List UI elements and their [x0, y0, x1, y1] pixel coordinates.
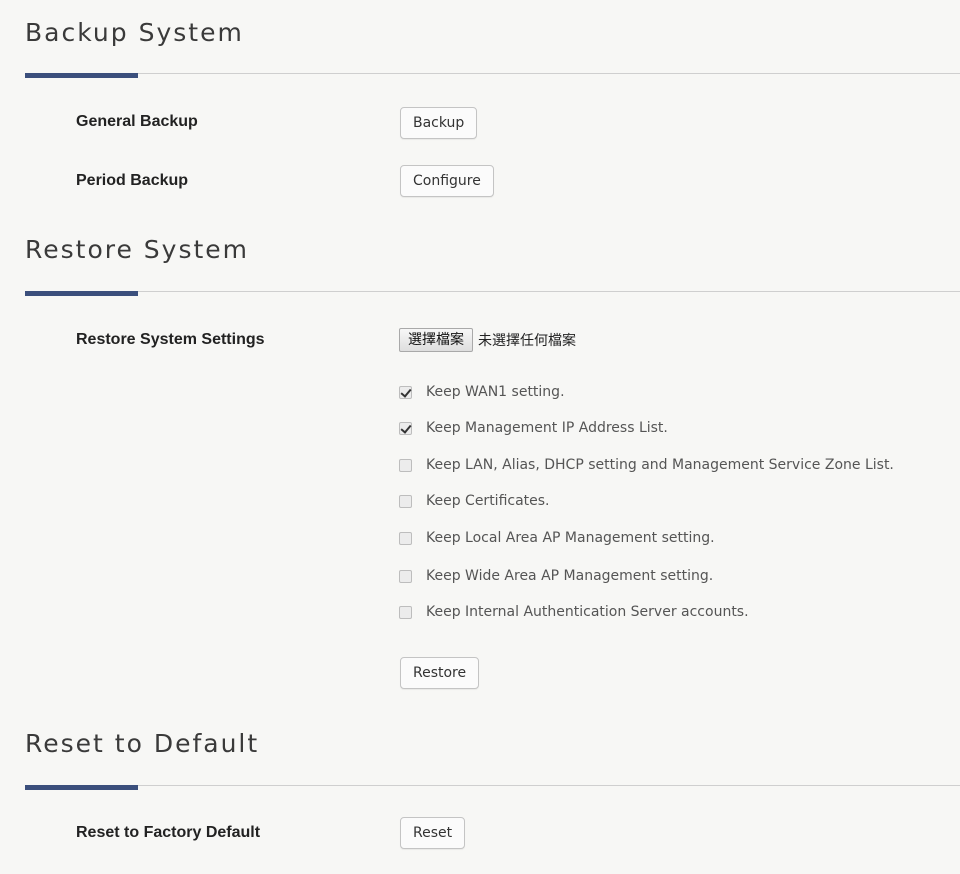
- restore-option-checkbox[interactable]: [399, 605, 412, 619]
- restore-option-row[interactable]: Keep Management IP Address List.: [399, 418, 668, 438]
- restore-option-row[interactable]: Keep Local Area AP Management setting.: [399, 528, 715, 548]
- configure-button[interactable]: Configure: [400, 165, 494, 197]
- restore-option-row[interactable]: Keep Certificates.: [399, 491, 550, 511]
- period-backup-label: Period Backup: [76, 172, 189, 189]
- backup-accent-bar: [25, 73, 138, 78]
- restore-button[interactable]: Restore: [400, 657, 480, 689]
- restore-option-label: Keep Management IP Address List.: [426, 420, 668, 436]
- restore-option-checkbox[interactable]: [399, 531, 412, 545]
- reset-factory-default-label: Reset to Factory Default: [76, 824, 261, 841]
- restore-option-checkbox[interactable]: [399, 569, 412, 583]
- restore-option-row[interactable]: Keep WAN1 setting.: [399, 382, 565, 402]
- restore-option-label: Keep Certificates.: [426, 493, 550, 509]
- reset-section-title: Reset to Default: [25, 729, 260, 758]
- reset-accent-bar: [25, 785, 138, 790]
- choose-file-button[interactable]: 選擇檔案: [399, 328, 473, 352]
- reset-button[interactable]: Reset: [400, 817, 466, 849]
- restore-option-label: Keep Internal Authentication Server acco…: [426, 604, 749, 620]
- backup-divider: [25, 73, 960, 74]
- restore-accent-bar: [25, 291, 138, 296]
- file-status-text: 未選擇任何檔案: [478, 333, 576, 349]
- backup-section-title: Backup System: [25, 18, 244, 47]
- restore-divider: [25, 291, 960, 292]
- general-backup-label: General Backup: [76, 113, 198, 130]
- restore-option-row[interactable]: Keep Internal Authentication Server acco…: [399, 602, 749, 622]
- restore-option-row[interactable]: Keep LAN, Alias, DHCP setting and Manage…: [399, 455, 894, 475]
- restore-settings-label: Restore System Settings: [76, 331, 265, 348]
- restore-option-label: Keep Local Area AP Management setting.: [426, 530, 715, 546]
- restore-option-label: Keep LAN, Alias, DHCP setting and Manage…: [426, 457, 894, 473]
- restore-option-row[interactable]: Keep Wide Area AP Management setting.: [399, 566, 713, 586]
- backup-button[interactable]: Backup: [400, 107, 478, 139]
- restore-file-picker: 選擇檔案 未選擇任何檔案: [399, 328, 576, 352]
- restore-option-checkbox[interactable]: [399, 494, 412, 508]
- restore-option-checkbox[interactable]: [399, 385, 412, 399]
- restore-option-checkbox[interactable]: [399, 458, 412, 472]
- restore-option-checkbox[interactable]: [399, 421, 412, 435]
- restore-section-title: Restore System: [25, 235, 250, 264]
- restore-option-label: Keep Wide Area AP Management setting.: [426, 568, 714, 584]
- restore-option-label: Keep WAN1 setting.: [426, 384, 565, 400]
- reset-divider: [25, 785, 960, 786]
